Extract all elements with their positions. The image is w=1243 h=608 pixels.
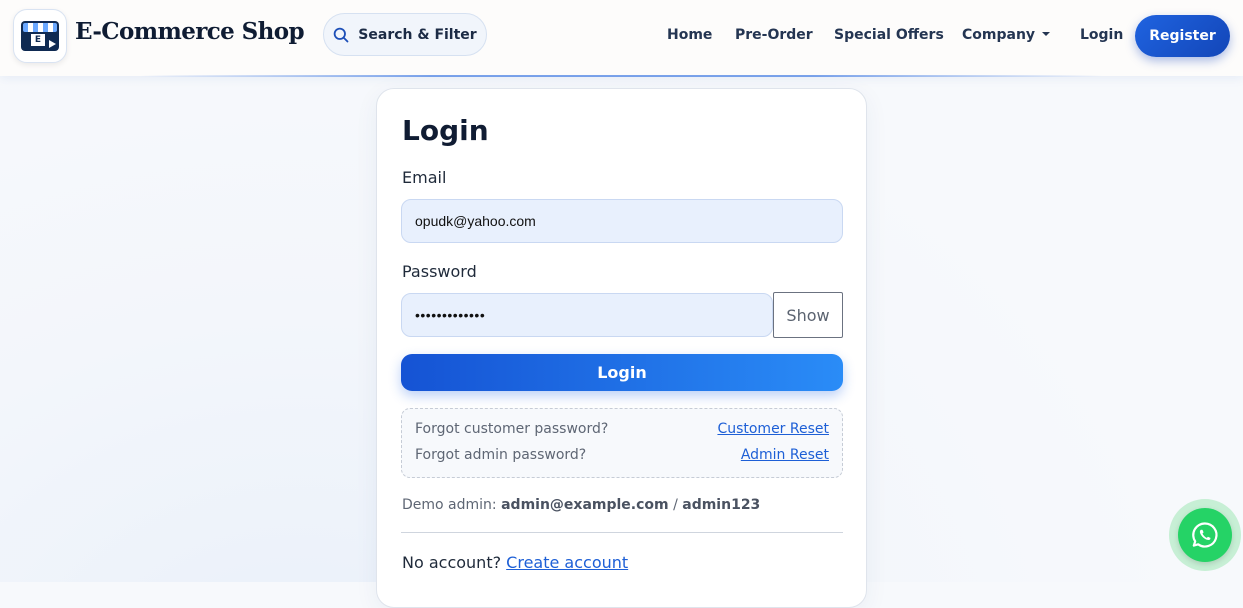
login-card: Login Email opudk@yahoo.com Password •••… <box>376 88 867 608</box>
admin-reset-link[interactable]: Admin Reset <box>741 447 829 463</box>
nav-company-dropdown[interactable]: Company <box>962 27 1051 43</box>
show-password-button[interactable]: Show <box>773 292 843 338</box>
customer-reset-text: Forgot customer password? <box>415 421 609 437</box>
customer-reset-row: Forgot customer password? Customer Reset <box>415 421 829 437</box>
no-account-row: No account? Create account <box>402 553 628 572</box>
divider <box>401 532 843 533</box>
nav-preorder[interactable]: Pre-Order <box>735 27 813 43</box>
whatsapp-icon <box>1192 522 1218 548</box>
demo-admin-info: Demo admin: admin@example.com / admin123 <box>402 497 760 513</box>
logo-letter: E <box>31 34 45 46</box>
nav-home[interactable]: Home <box>667 27 712 43</box>
whatsapp-button[interactable] <box>1178 508 1232 562</box>
chevron-down-icon <box>1042 32 1051 36</box>
admin-reset-row: Forgot admin password? Admin Reset <box>415 447 829 463</box>
nav-login[interactable]: Login <box>1080 27 1123 43</box>
demo-email: admin@example.com <box>501 497 669 513</box>
search-icon <box>333 27 349 42</box>
demo-separator: / <box>673 497 678 513</box>
search-filter-button[interactable]: Search & Filter <box>323 13 487 56</box>
login-submit-button[interactable]: Login <box>401 354 843 391</box>
email-label: Email <box>402 168 447 187</box>
nav-special-offers[interactable]: Special Offers <box>834 27 944 43</box>
demo-password: admin123 <box>682 497 761 513</box>
customer-reset-link[interactable]: Customer Reset <box>717 421 829 437</box>
search-filter-label: Search & Filter <box>358 26 477 43</box>
password-reset-box: Forgot customer password? Customer Reset… <box>401 408 843 478</box>
storefront-logo-icon[interactable]: E <box>13 9 67 63</box>
page-title: Login <box>402 114 489 147</box>
admin-reset-text: Forgot admin password? <box>415 447 587 463</box>
no-account-text: No account? <box>402 553 502 572</box>
demo-prefix: Demo admin: <box>402 497 497 513</box>
password-field[interactable]: ••••••••••••• <box>401 293 773 337</box>
password-label: Password <box>402 262 477 281</box>
register-button[interactable]: Register <box>1135 15 1230 57</box>
email-field[interactable]: opudk@yahoo.com <box>401 199 843 243</box>
brand-name[interactable]: E-Commerce Shop <box>75 18 305 45</box>
create-account-link[interactable]: Create account <box>506 553 628 572</box>
nav-company-label: Company <box>962 27 1036 43</box>
top-navbar: E E-Commerce Shop Search & Filter Home P… <box>0 0 1243 77</box>
